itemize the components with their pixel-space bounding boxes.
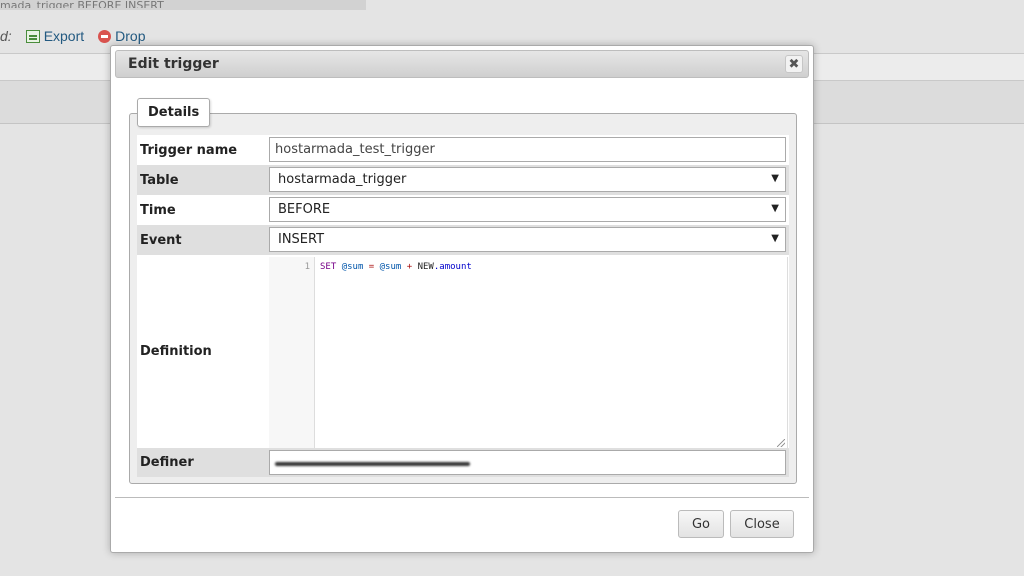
table-cell: hostarmada_trigger ▼ [269,165,789,195]
edit-trigger-dialog: Edit trigger ✖ Details Trigger name host… [110,45,814,553]
line-number: 1 [304,262,310,272]
event-select-value: INSERT [278,232,325,247]
table-label: Table [140,172,179,188]
code-keyword-set: SET [320,262,337,272]
row-definer: Definer [137,448,789,477]
row-table: Table hostarmada_trigger ▼ [137,165,789,195]
editor-gutter: 1 [269,257,315,449]
trigger-name-label: Trigger name [140,142,238,158]
drop-label: Drop [115,28,146,44]
drop-icon [98,29,112,43]
drop-link[interactable]: Drop [98,28,146,44]
dialog-title: Edit trigger [128,56,219,72]
trigger-name-cell: hostarmada_test_trigger [269,135,789,165]
definition-code-editor[interactable]: 1 SET @sum = @sum + NEW.amount [269,257,788,449]
row-time: Time BEFORE ▼ [137,195,789,225]
resize-handle-icon[interactable] [777,439,785,447]
export-icon [25,29,40,43]
definer-input[interactable] [269,450,786,475]
event-select[interactable]: INSERT ▼ [269,227,786,252]
table-select[interactable]: hostarmada_trigger ▼ [269,167,786,192]
row-definition: Definition 1 SET @sum = @sum + NEW.amoun… [137,255,789,449]
code-property-amount: .amount [433,262,472,272]
code-operator-plus: + [406,262,413,272]
definer-cell [269,448,789,477]
table-select-value: hostarmada_trigger [278,172,407,187]
time-select[interactable]: BEFORE ▼ [269,197,786,222]
definition-cell: 1 SET @sum = @sum + NEW.amount [269,255,789,449]
event-label: Event [140,232,182,248]
export-label: Export [43,28,85,44]
definition-label: Definition [140,344,212,359]
time-select-value: BEFORE [278,202,331,217]
code-variable-sum: @sum [341,262,364,272]
row-trigger-name: Trigger name hostarmada_test_trigger [137,135,789,165]
redacted-value [275,462,470,466]
time-label: Time [140,202,176,218]
export-link[interactable]: Export [25,28,85,44]
definer-label: Definer [140,455,194,470]
chevron-down-icon: ▼ [771,233,779,244]
chevron-down-icon: ▼ [771,173,779,184]
code-keyword-new: NEW [417,262,434,272]
dialog-footer-divider [115,497,809,498]
event-cell: INSERT ▼ [269,225,789,255]
close-button[interactable]: Close [730,510,794,538]
background-trigger-row-text: mada_trigger BEFORE INSERT [0,0,164,8]
close-icon[interactable]: ✖ [785,55,803,73]
background-actions: d: Export Drop [0,26,146,46]
code-operator-equals: = [368,262,375,272]
time-cell: BEFORE ▼ [269,195,789,225]
details-legend: Details [137,98,211,127]
background-actions-prefix: d: [0,28,12,44]
chevron-down-icon: ▼ [771,203,779,214]
row-event: Event INSERT ▼ [137,225,789,255]
go-button[interactable]: Go [678,510,724,538]
code-variable-sum-2: @sum [379,262,402,272]
editor-code-line[interactable]: SET @sum = @sum + NEW.amount [320,262,472,272]
trigger-name-input[interactable]: hostarmada_test_trigger [269,137,786,162]
dialog-titlebar[interactable]: Edit trigger ✖ [115,50,809,78]
